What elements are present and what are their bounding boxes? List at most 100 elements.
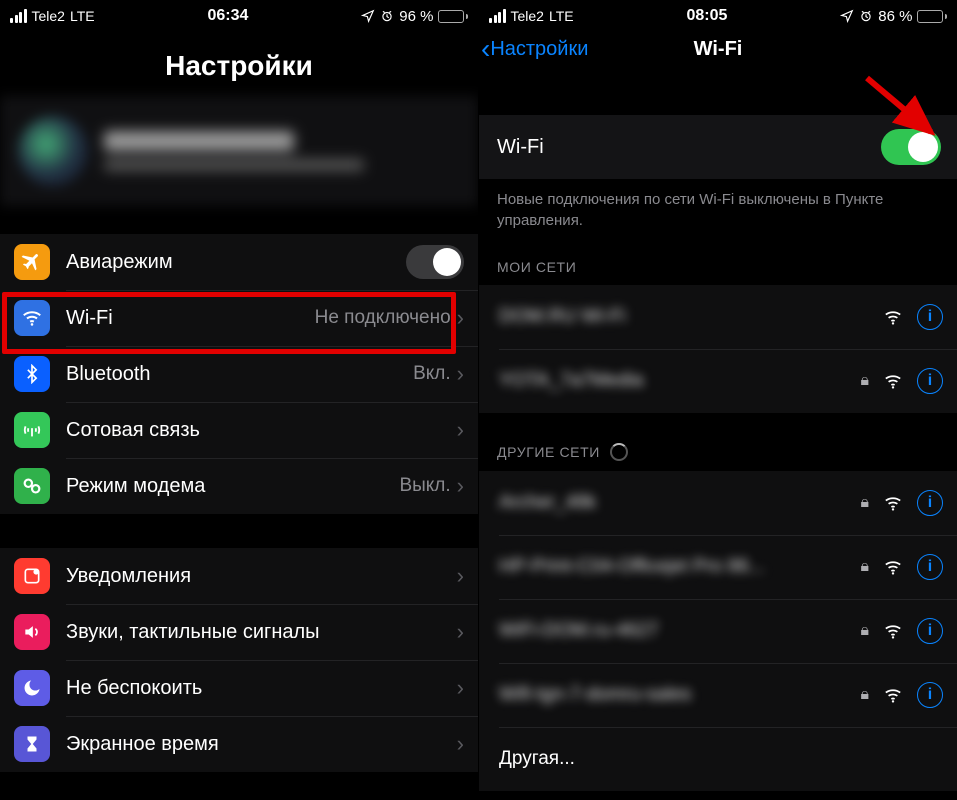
info-icon[interactable]: i bbox=[917, 554, 943, 580]
hotspot-label: Режим модема bbox=[66, 475, 399, 498]
screentime-row[interactable]: Экранное время › bbox=[0, 716, 478, 772]
other-networks-list: Archer_48k 🔒︎ i HP-Print-C04-Officejet P… bbox=[479, 471, 957, 791]
chevron-right-icon: › bbox=[457, 731, 464, 757]
network-type: LTE bbox=[549, 8, 574, 24]
other-networks-header: ДРУГИЕ СЕТИ bbox=[479, 437, 957, 471]
network-name: Wifi-tgn-7-domru-sales bbox=[499, 684, 860, 706]
signal-icon bbox=[489, 9, 506, 23]
carrier-name: Tele2 bbox=[32, 8, 65, 24]
hotspot-row[interactable]: Режим модема Выкл. › bbox=[0, 458, 478, 514]
network-name: Archer_48k bbox=[499, 492, 860, 514]
network-name: HP-Print-C04-Officejet Pro 86... bbox=[499, 556, 860, 578]
chevron-right-icon: › bbox=[457, 305, 464, 331]
screentime-label: Экранное время bbox=[66, 733, 457, 756]
wifi-signal-icon bbox=[883, 687, 903, 703]
back-label: Настройки bbox=[490, 38, 588, 61]
hourglass-icon bbox=[14, 726, 50, 762]
settings-main-screen: Tele2 LTE 06:34 96 % Настройки Авиа bbox=[0, 0, 478, 800]
network-row[interactable]: HP-Print-C04-Officejet Pro 86... 🔒︎ i bbox=[479, 535, 957, 599]
wifi-settings-screen: Tele2 LTE 08:05 86 % ‹ Настройки Wi-Fi W… bbox=[478, 0, 957, 800]
location-icon bbox=[840, 9, 854, 23]
dnd-label: Не беспокоить bbox=[66, 677, 457, 700]
wifi-signal-icon bbox=[883, 309, 903, 325]
red-arrow-annotation bbox=[859, 70, 957, 160]
wifi-signal-icon bbox=[883, 623, 903, 639]
chevron-right-icon: › bbox=[457, 361, 464, 387]
sounds-label: Звуки, тактильные сигналы bbox=[66, 621, 457, 644]
system-section: Уведомления › Звуки, тактильные сигналы … bbox=[0, 548, 478, 772]
other-network-row[interactable]: Другая... bbox=[479, 727, 957, 791]
battery-percent: 96 % bbox=[399, 8, 433, 25]
battery-percent: 86 % bbox=[878, 8, 912, 25]
other-networks-label: ДРУГИЕ СЕТИ bbox=[497, 444, 600, 460]
status-bar: Tele2 LTE 08:05 86 % bbox=[479, 0, 957, 28]
moon-icon bbox=[14, 670, 50, 706]
info-icon[interactable]: i bbox=[917, 368, 943, 394]
apple-id-profile-row[interactable] bbox=[0, 96, 478, 206]
my-networks-list: DOM.RU Wi-Fi i YOTA_7a7Media 🔒︎ i bbox=[479, 285, 957, 413]
status-bar: Tele2 LTE 06:34 96 % bbox=[0, 0, 478, 28]
airplane-toggle[interactable] bbox=[406, 245, 464, 279]
back-button[interactable]: ‹ Настройки bbox=[481, 38, 588, 61]
battery-icon bbox=[438, 10, 468, 23]
carrier-name: Tele2 bbox=[511, 8, 544, 24]
bluetooth-row[interactable]: Bluetooth Вкл. › bbox=[0, 346, 478, 402]
airplane-mode-row[interactable]: Авиарежим bbox=[0, 234, 478, 290]
network-type: LTE bbox=[70, 8, 95, 24]
notifications-row[interactable]: Уведомления › bbox=[0, 548, 478, 604]
cellular-label: Сотовая связь bbox=[66, 419, 457, 442]
network-row[interactable]: DOM.RU Wi-Fi i bbox=[479, 285, 957, 349]
avatar bbox=[18, 116, 88, 186]
dnd-row[interactable]: Не беспокоить › bbox=[0, 660, 478, 716]
other-network-label: Другая... bbox=[499, 748, 575, 770]
airplane-icon bbox=[14, 244, 50, 280]
chevron-right-icon: › bbox=[457, 619, 464, 645]
lock-icon: 🔒︎ bbox=[860, 372, 869, 390]
network-name: YOTA_7a7Media bbox=[499, 370, 860, 392]
status-time: 06:34 bbox=[207, 7, 248, 25]
spinner-icon bbox=[610, 443, 628, 461]
page-title: Wi-Fi bbox=[694, 38, 743, 61]
bluetooth-icon bbox=[14, 356, 50, 392]
network-row[interactable]: Archer_48k 🔒︎ i bbox=[479, 471, 957, 535]
notifications-icon bbox=[14, 558, 50, 594]
network-name: DOM.RU Wi-Fi bbox=[499, 306, 883, 328]
chevron-right-icon: › bbox=[457, 417, 464, 443]
signal-icon bbox=[10, 9, 27, 23]
wifi-signal-icon bbox=[883, 495, 903, 511]
network-row[interactable]: Wifi-tgn-7-domru-sales 🔒︎ i bbox=[479, 663, 957, 727]
bluetooth-label: Bluetooth bbox=[66, 363, 413, 386]
wifi-note: Новые подключения по сети Wi-Fi выключен… bbox=[479, 179, 957, 253]
wifi-signal-icon bbox=[883, 373, 903, 389]
battery-icon bbox=[917, 10, 947, 23]
red-highlight-annotation bbox=[2, 292, 456, 354]
sounds-icon bbox=[14, 614, 50, 650]
info-icon[interactable]: i bbox=[917, 682, 943, 708]
info-icon[interactable]: i bbox=[917, 490, 943, 516]
nav-bar: ‹ Настройки Wi-Fi bbox=[479, 28, 957, 73]
my-networks-header: МОИ СЕТИ bbox=[479, 253, 957, 285]
chevron-right-icon: › bbox=[457, 563, 464, 589]
cellular-row[interactable]: Сотовая связь › bbox=[0, 402, 478, 458]
chevron-right-icon: › bbox=[457, 675, 464, 701]
chevron-left-icon: ‹ bbox=[481, 39, 490, 59]
wifi-signal-icon bbox=[883, 559, 903, 575]
lock-icon: 🔒︎ bbox=[860, 558, 869, 576]
network-row[interactable]: WiFi-DOM.ru-4627 🔒︎ i bbox=[479, 599, 957, 663]
alarm-icon bbox=[859, 9, 873, 23]
notifications-label: Уведомления bbox=[66, 565, 457, 588]
info-icon[interactable]: i bbox=[917, 304, 943, 330]
location-icon bbox=[361, 9, 375, 23]
hotspot-status: Выкл. bbox=[399, 475, 450, 497]
network-row[interactable]: YOTA_7a7Media 🔒︎ i bbox=[479, 349, 957, 413]
info-icon[interactable]: i bbox=[917, 618, 943, 644]
page-title: Настройки bbox=[0, 50, 478, 82]
wifi-master-label: Wi-Fi bbox=[497, 136, 544, 159]
connectivity-section: Авиарежим Wi-Fi Не подключено › Bluetoot… bbox=[0, 234, 478, 514]
lock-icon: 🔒︎ bbox=[860, 494, 869, 512]
bluetooth-status: Вкл. bbox=[413, 363, 451, 385]
status-time: 08:05 bbox=[686, 7, 727, 25]
sounds-row[interactable]: Звуки, тактильные сигналы › bbox=[0, 604, 478, 660]
network-name: WiFi-DOM.ru-4627 bbox=[499, 620, 860, 642]
lock-icon: 🔒︎ bbox=[860, 686, 869, 704]
